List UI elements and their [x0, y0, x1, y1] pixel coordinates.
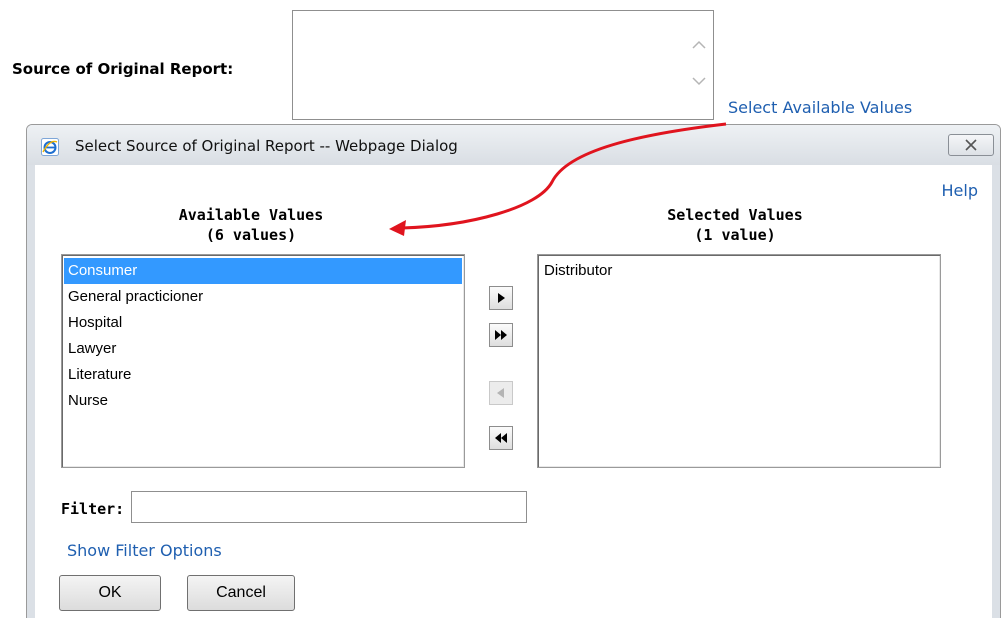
available-values-heading: Available Values: [178, 206, 324, 224]
source-of-original-report-label: Source of Original Report:: [12, 60, 234, 78]
selected-values-header: Selected Values (1 value): [635, 205, 835, 245]
list-item[interactable]: Literature: [64, 362, 462, 388]
show-filter-options-link[interactable]: Show Filter Options: [67, 541, 222, 560]
scroll-down-icon[interactable]: [691, 73, 707, 89]
selected-values-listbox[interactable]: Distributor: [537, 254, 941, 468]
selected-values-heading: Selected Values: [667, 206, 803, 224]
cancel-button[interactable]: Cancel: [187, 575, 295, 611]
double-left-arrow-icon: [495, 433, 507, 443]
source-of-original-report-field[interactable]: [292, 10, 714, 120]
selected-values-count: (1 value): [694, 226, 776, 244]
close-icon: [965, 139, 977, 151]
help-link[interactable]: Help: [942, 181, 978, 200]
dialog-titlebar[interactable]: Select Source of Original Report -- Webp…: [27, 125, 1000, 165]
right-arrow-icon: [498, 293, 505, 303]
internet-explorer-icon: [41, 138, 59, 156]
ok-button[interactable]: OK: [59, 575, 161, 611]
available-values-count: (6 values): [205, 226, 297, 244]
list-item[interactable]: Distributor: [540, 258, 938, 284]
list-item[interactable]: General practicioner: [64, 284, 462, 310]
filter-label: Filter:: [61, 500, 125, 518]
select-values-dialog: Select Source of Original Report -- Webp…: [26, 124, 1001, 618]
available-values-listbox[interactable]: Consumer General practicioner Hospital L…: [61, 254, 465, 468]
dialog-close-button[interactable]: [948, 134, 994, 156]
double-right-arrow-icon: [495, 330, 507, 340]
dialog-content: Help Available Values (6 values) Selecte…: [35, 165, 992, 618]
list-item[interactable]: Lawyer: [64, 336, 462, 362]
add-selected-button[interactable]: [489, 286, 513, 310]
scroll-up-icon[interactable]: [691, 37, 707, 53]
dialog-title: Select Source of Original Report -- Webp…: [75, 137, 458, 155]
list-item[interactable]: Consumer: [64, 258, 462, 284]
list-item[interactable]: Nurse: [64, 388, 462, 414]
add-all-button[interactable]: [489, 323, 513, 347]
remove-all-button[interactable]: [489, 426, 513, 450]
remove-selected-button[interactable]: [489, 381, 513, 405]
left-arrow-icon: [497, 388, 504, 398]
available-values-header: Available Values (6 values): [151, 205, 351, 245]
filter-input[interactable]: [131, 491, 527, 523]
select-available-values-link[interactable]: Select Available Values: [728, 98, 912, 117]
source-field-scrollbar[interactable]: [687, 13, 711, 117]
list-item[interactable]: Hospital: [64, 310, 462, 336]
